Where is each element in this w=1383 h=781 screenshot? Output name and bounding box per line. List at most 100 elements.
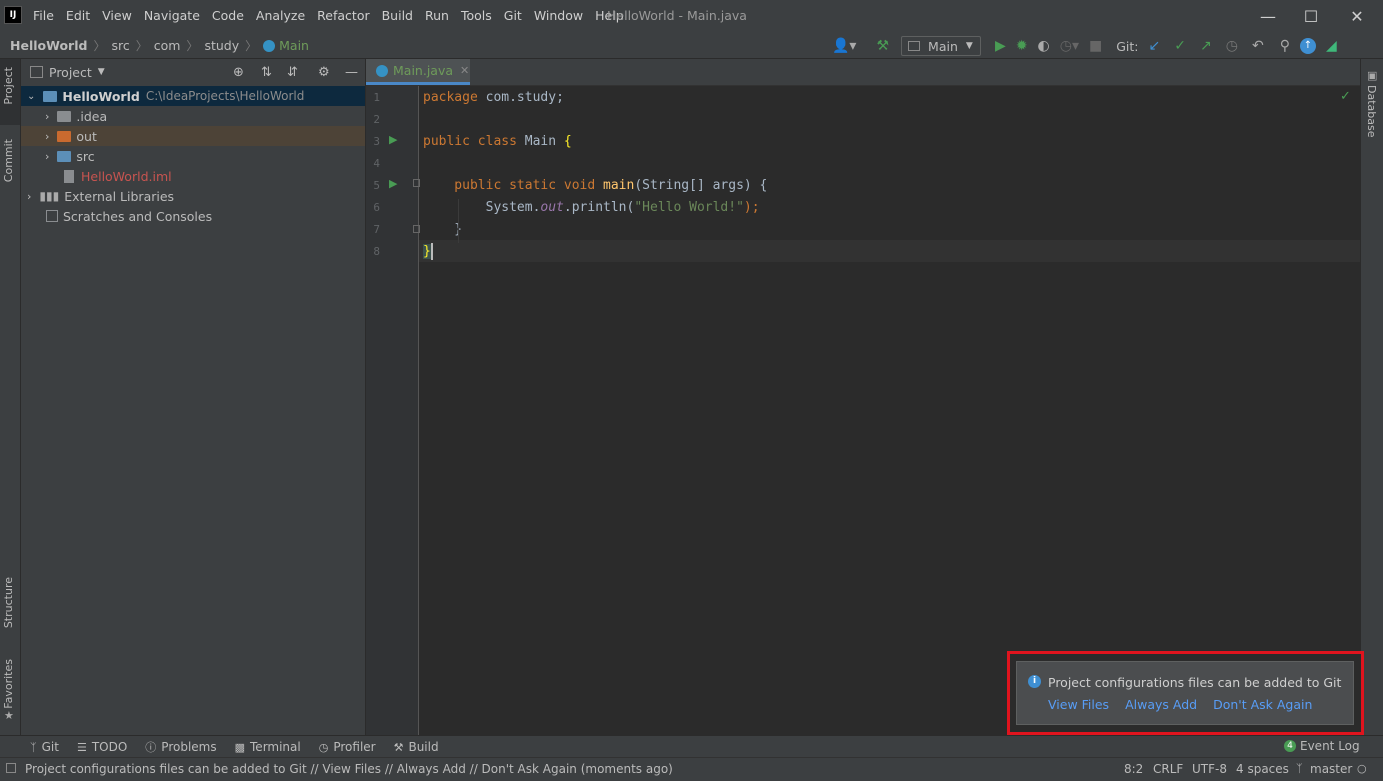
menu-code[interactable]: Code (212, 8, 244, 23)
profiler-icon[interactable]: ◷▾ (1060, 38, 1079, 54)
menu-view[interactable]: View (102, 8, 132, 23)
code-with-me-icon[interactable]: ◢ (1326, 38, 1337, 54)
project-view-select[interactable]: Project (49, 65, 92, 80)
code-line-3[interactable]: public class Main { (423, 134, 572, 149)
config-icon (908, 41, 921, 51)
breadcrumb-main[interactable]: Main (279, 38, 309, 53)
code-line-8[interactable]: } (423, 244, 431, 259)
tree-label: HelloWorld.iml (81, 168, 172, 184)
breadcrumb-study[interactable]: study (204, 38, 239, 53)
breadcrumb-src[interactable]: src (111, 38, 129, 53)
tool-tab-commit[interactable]: Commit (2, 139, 15, 182)
history-icon[interactable]: ◷ (1226, 38, 1238, 54)
status-message[interactable]: Project configurations files can be adde… (25, 762, 673, 776)
menu-window[interactable]: Window (534, 8, 583, 23)
breadcrumb-com[interactable]: com (154, 38, 181, 53)
git-branch[interactable]: master (1310, 762, 1352, 776)
git-branch-icon: ᛉ (1296, 762, 1303, 775)
tree-row-out[interactable]: › out (21, 126, 365, 146)
terminal-icon: ▩ (234, 740, 246, 754)
locate-icon[interactable]: ⊕ (233, 65, 244, 80)
fold-icon[interactable] (413, 225, 420, 233)
search-icon[interactable]: ⚲ (1280, 38, 1290, 54)
code-text: (String[] args) { (634, 178, 768, 193)
menu-file[interactable]: File (33, 8, 54, 23)
code-line-5[interactable]: public static void main(String[] args) { (423, 178, 767, 193)
menu-navigate[interactable]: Navigate (144, 8, 200, 23)
tool-tab-database[interactable]: Database (1365, 85, 1378, 138)
tool-tab-structure[interactable]: Structure (2, 577, 15, 628)
menu-tools[interactable]: Tools (461, 8, 492, 23)
update-icon[interactable]: ↑ (1299, 38, 1316, 54)
tree-row-idea[interactable]: › .idea (21, 106, 365, 126)
editor-tab-main-java[interactable]: Main.java ✕ (366, 59, 470, 85)
tool-tab-favorites[interactable]: Favorites (2, 659, 15, 709)
run-gutter-icon[interactable]: ▶ (389, 177, 397, 190)
user-icon[interactable]: 👤▾ (832, 38, 856, 54)
chevron-right-icon: 〉 (135, 39, 148, 53)
status-bar: Project configurations files can be adde… (0, 757, 1383, 781)
file-encoding[interactable]: UTF-8 (1192, 762, 1227, 776)
menu-run[interactable]: Run (425, 8, 449, 23)
menu-refactor[interactable]: Refactor (317, 8, 369, 23)
tree-row-root[interactable]: ⌄ HelloWorld C:\IdeaProjects\HelloWorld (21, 86, 365, 106)
class-icon (263, 39, 276, 52)
build-hammer-icon[interactable]: ⚒ (876, 38, 889, 54)
tool-tab-project[interactable]: Project (2, 67, 15, 105)
menu-analyze[interactable]: Analyze (256, 8, 305, 23)
hide-icon[interactable]: — (345, 65, 358, 80)
run-icon[interactable]: ▶ (995, 38, 1006, 54)
collapse-all-icon[interactable]: ⇵ (287, 65, 298, 80)
chevron-down-icon[interactable]: ▼ (98, 67, 105, 77)
code-text: com.study; (477, 90, 564, 105)
git-update-icon[interactable]: ↙ (1149, 38, 1161, 54)
git-commit-icon[interactable]: ✓ (1174, 38, 1186, 54)
coverage-icon[interactable]: ◐ (1038, 38, 1050, 54)
chevron-down-icon: ⌄ (27, 90, 36, 102)
closing-brace: } (423, 244, 431, 259)
tool-tab-terminal[interactable]: Terminal (250, 740, 301, 754)
maximize-icon[interactable]: ☐ (1288, 0, 1334, 32)
line-separator[interactable]: CRLF (1153, 762, 1183, 776)
project-tool-window: Project ▼ ⊕ ⇅ ⇵ ⚙ — ⌄ HelloWorld C:\Idea… (21, 59, 365, 735)
indent-setting[interactable]: 4 spaces (1236, 762, 1289, 776)
tree-row-external-libraries[interactable]: › ▮▮▮ External Libraries (21, 186, 365, 206)
code-line-1[interactable]: package com.study; (423, 90, 564, 105)
debug-icon[interactable]: ✹ (1016, 38, 1028, 54)
tree-row-scratches[interactable]: Scratches and Consoles (21, 206, 365, 226)
navigation-bar: HelloWorld 〉 src 〉 com 〉 study 〉 Main 👤▾… (0, 32, 1383, 59)
run-gutter-icon[interactable]: ▶ (389, 133, 397, 146)
event-log[interactable]: 4 Event Log (1284, 739, 1360, 753)
code-line-6[interactable]: System.out.println("Hello World!"); (423, 200, 760, 215)
tool-tab-problems[interactable]: Problems (161, 740, 216, 754)
menu-edit[interactable]: Edit (66, 8, 90, 23)
tree-row-src[interactable]: › src (21, 146, 365, 166)
code-line-7[interactable]: } (423, 222, 462, 237)
profiler-icon: ◷ (318, 740, 329, 754)
run-config-select[interactable]: Main ▼ (901, 36, 982, 56)
tree-row-iml[interactable]: HelloWorld.iml (21, 166, 365, 186)
rollback-icon[interactable]: ↶ (1252, 38, 1264, 54)
check-icon: ✓ (1340, 89, 1351, 104)
menu-build[interactable]: Build (382, 8, 413, 23)
close-icon[interactable]: ✕ (1334, 0, 1380, 32)
tree-label: .idea (76, 108, 108, 124)
tool-tab-profiler[interactable]: Profiler (333, 740, 375, 754)
excluded-folder-icon (57, 130, 72, 142)
close-tab-icon[interactable]: ✕ (460, 64, 469, 77)
git-push-icon[interactable]: ↗ (1200, 38, 1212, 54)
menu-git[interactable]: Git (504, 8, 522, 23)
minimize-icon[interactable]: — (1245, 0, 1291, 32)
highlight-box (1007, 651, 1364, 735)
tool-tab-build[interactable]: Build (408, 740, 438, 754)
caret-position[interactable]: 8:2 (1124, 762, 1143, 776)
tool-tab-git[interactable]: Git (42, 740, 59, 754)
tree-label: External Libraries (64, 188, 175, 204)
gear-icon[interactable]: ⚙ (318, 65, 330, 80)
stop-icon[interactable]: ■ (1089, 38, 1102, 54)
lock-icon[interactable]: ○ (1357, 762, 1367, 775)
tool-tab-todo[interactable]: TODO (92, 740, 127, 754)
breadcrumb-project[interactable]: HelloWorld (10, 38, 87, 53)
fold-icon[interactable] (413, 179, 420, 187)
expand-all-icon[interactable]: ⇅ (261, 65, 272, 80)
